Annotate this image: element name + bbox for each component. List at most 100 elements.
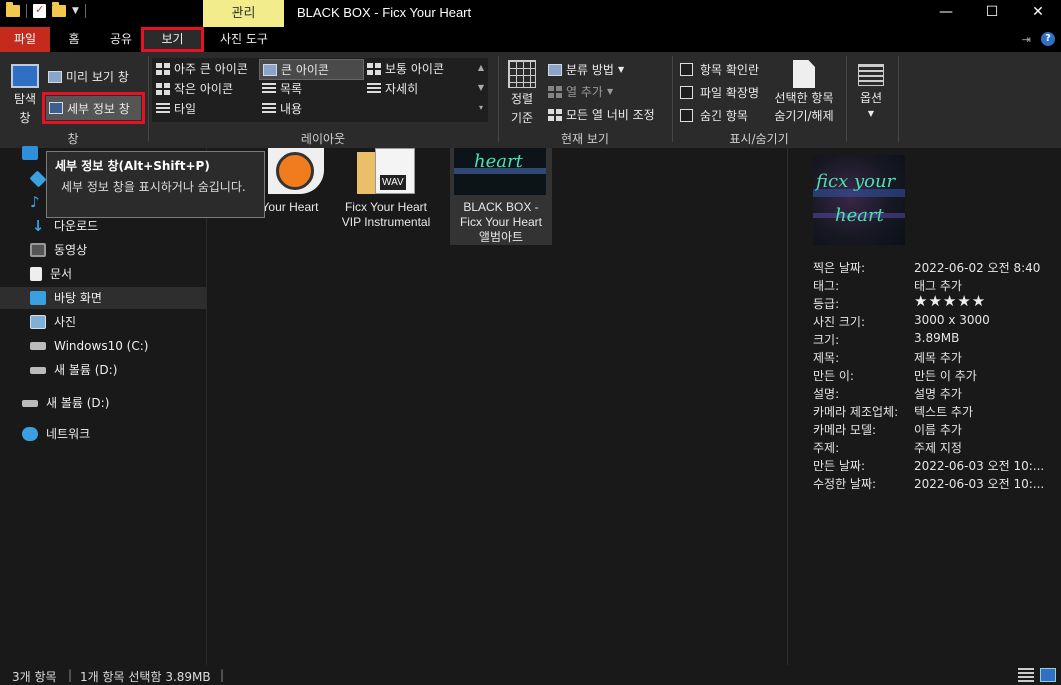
options-button[interactable]: 옵션 ▼ (855, 64, 887, 118)
details-pane-button[interactable]: 세부 정보 창 (46, 96, 141, 120)
drive-icon (30, 366, 46, 374)
context-tab-manage[interactable]: 관리 (203, 0, 284, 27)
hide-selected-button[interactable]: 선택한 항목 숨기기/해제 (771, 60, 837, 124)
prop-value-date-created: 2022-06-03 오전 10:... (914, 459, 1045, 473)
sort-icon (508, 60, 536, 88)
hidden-items-toggle[interactable]: 숨긴 항목 (680, 107, 748, 124)
details-view-icon[interactable] (1018, 668, 1034, 682)
options-icon (858, 64, 884, 86)
checkbox[interactable] (680, 63, 693, 76)
prop-value-camera-maker[interactable]: 텍스트 추가 (914, 403, 973, 420)
nav-this-pc[interactable] (22, 146, 38, 160)
size-columns-button[interactable]: 모든 열 너비 조정 (548, 106, 655, 123)
hide-selected-label-2: 숨기기/해제 (774, 109, 834, 123)
checkbox[interactable] (680, 109, 693, 122)
sort-by-button[interactable]: 정렬 기준 (504, 60, 540, 126)
nav-network[interactable]: 네트워크 (22, 423, 90, 445)
nav-drive-d-root[interactable]: 새 볼륨 (D:) (22, 392, 109, 414)
minimize-button[interactable]: — (923, 0, 969, 27)
ribbon-right-controls: ⇥ ? (1022, 32, 1055, 46)
large-icons-view-icon[interactable] (1040, 668, 1056, 682)
layout-gallery-scroll[interactable]: ▲ ▼ ▾ (474, 58, 488, 122)
file-list: Your Heart WAV Ficx Your Heart VIP Instr… (208, 148, 786, 665)
navigation-pane-button[interactable]: 탐색 창 (10, 64, 40, 126)
tab-file[interactable]: 파일 (0, 27, 50, 52)
tooltip-body: 세부 정보 창을 표시하거나 숨깁니다. (61, 180, 246, 194)
layout-details-label: 자세히 (385, 82, 419, 96)
nav-drive-c[interactable]: Windows10 (C:) (30, 335, 148, 357)
nav-documents[interactable]: 문서 (30, 263, 72, 285)
add-columns-button[interactable]: 열 추가 ▼ (548, 83, 613, 100)
small-icons-icon (156, 82, 170, 95)
nav-downloads[interactable]: ↓ 다운로드 (30, 215, 98, 237)
wav-file-icon: WAV (357, 148, 417, 194)
nav-drive-d[interactable]: 새 볼륨 (D:) (30, 359, 117, 381)
add-columns-icon (548, 85, 562, 98)
help-icon[interactable]: ? (1041, 32, 1055, 46)
layout-large-icons[interactable]: 큰 아이콘 (259, 59, 364, 80)
close-button[interactable]: ✕ (1015, 0, 1061, 27)
file-extensions-toggle[interactable]: 파일 확장명 (680, 84, 759, 101)
divider (26, 4, 27, 18)
prop-label-authors: 만든 이: (813, 369, 854, 383)
nav-drive-d2-label: 새 볼륨 (D:) (46, 396, 110, 410)
file-item[interactable]: WAV Ficx Your Heart VIP Instrumental (340, 148, 432, 233)
nav-pictures[interactable]: 사진 (30, 311, 76, 333)
add-columns-label: 열 추가 (566, 85, 603, 99)
checkbox[interactable] (680, 86, 693, 99)
prop-value-title[interactable]: 제목 추가 (914, 349, 962, 366)
item-checkboxes-toggle[interactable]: 항목 확인란 (680, 61, 759, 78)
group-divider (148, 56, 149, 142)
properties-icon[interactable] (33, 3, 46, 18)
chevron-down-icon[interactable]: ▼ (72, 6, 79, 16)
nav-desktop[interactable]: 바탕 화면 (0, 287, 206, 309)
tab-home[interactable]: 홈 (56, 27, 92, 52)
preview-pane-label: 미리 보기 창 (66, 70, 129, 84)
layout-extra-large-label: 아주 큰 아이콘 (174, 62, 248, 76)
pin-ribbon-icon[interactable]: ⇥ (1022, 33, 1031, 46)
prop-value-date-taken[interactable]: 2022-06-02 오전 8:40 (914, 259, 1040, 276)
nav-music[interactable]: ♪ (30, 191, 40, 213)
prop-value-subject[interactable]: 주제 지정 (914, 439, 962, 456)
tab-share[interactable]: 공유 (100, 27, 142, 52)
navigation-pane-icon (11, 64, 39, 88)
nav-videos[interactable]: 동영상 (30, 239, 87, 261)
medium-icons-icon (367, 62, 381, 75)
group-label-pane: 창 (67, 132, 79, 146)
group-by-button[interactable]: 분류 방법 ▼ (548, 61, 624, 78)
drive-icon (22, 399, 38, 407)
nav-network-label: 네트워크 (46, 427, 91, 441)
nav-3d-objects[interactable] (29, 168, 47, 190)
layout-list[interactable]: 목록 (262, 80, 302, 97)
file-item-selected[interactable]: heart BLACK BOX - Ficx Your Heart 앨범아트 (450, 148, 552, 245)
prop-value-authors[interactable]: 만든 이 추가 (914, 367, 977, 384)
nav-drive-d-label: 새 볼륨 (D:) (54, 363, 118, 377)
prop-label-tags: 태그: (813, 279, 840, 293)
tab-view[interactable]: 보기 (141, 27, 204, 52)
tab-picture-tools[interactable]: 사진 도구 (206, 27, 282, 52)
prop-label-rating: 등급: (813, 297, 840, 311)
layout-details[interactable]: 자세히 (367, 80, 418, 97)
preview-pane-button[interactable]: 미리 보기 창 (48, 68, 129, 85)
layout-small-icons[interactable]: 작은 아이콘 (156, 80, 233, 97)
size-columns-icon (548, 108, 562, 121)
window-title: BLACK BOX - Ficx Your Heart (297, 5, 472, 20)
file-name-line-3: 앨범아트 (478, 230, 524, 244)
prop-value-camera-model[interactable]: 이름 추가 (914, 421, 962, 438)
new-folder-icon[interactable] (52, 2, 66, 17)
sort-label-1: 정렬 (510, 92, 534, 106)
thumb-text-line-1: ficx your (816, 171, 896, 192)
item-checkboxes-label: 항목 확인란 (700, 63, 760, 77)
prop-value-size: 3.89MB (914, 331, 960, 345)
layout-medium-icons[interactable]: 보통 아이콘 (367, 60, 444, 77)
maximize-button[interactable]: ☐ (969, 0, 1015, 27)
layout-extra-large-icons[interactable]: 아주 큰 아이콘 (156, 60, 248, 77)
music-note-icon: ♪ (30, 193, 40, 211)
layout-tiles[interactable]: 타일 (156, 100, 196, 117)
nav-drive-c-label: Windows10 (C:) (54, 339, 149, 353)
navigation-pane-label-2: 창 (19, 111, 31, 125)
rating-stars[interactable]: ★★★★★ (914, 292, 986, 310)
layout-content[interactable]: 내용 (262, 100, 302, 117)
file-name-line-2: Ficx Your Heart (459, 215, 543, 229)
prop-value-comments[interactable]: 설명 추가 (914, 385, 962, 402)
